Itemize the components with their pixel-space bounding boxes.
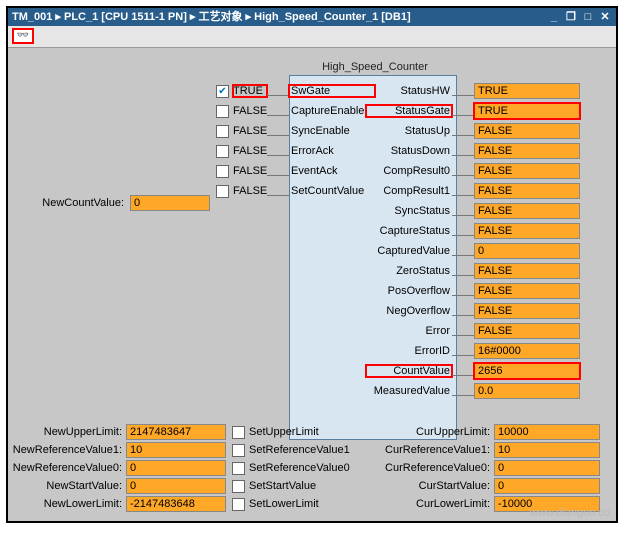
param-label: NewStartValue: [10,480,122,492]
input-value: FALSE [233,145,267,157]
output-value: FALSE [474,123,580,139]
input-port-label: SyncEnable [289,125,375,137]
output-port-label: CountValue [366,365,452,377]
param-value[interactable]: 10 [126,442,226,458]
output-port-label: MeasuredValue [366,385,452,397]
output-value: FALSE [474,323,580,339]
work-area: High_Speed_Counter ✔ TRUE SwGate FALSE Captu… [8,48,616,521]
input-value: FALSE [233,165,267,177]
output-value: FALSE [474,143,580,159]
output-value: FALSE [474,263,580,279]
param-label: NewUpperLimit: [10,426,122,438]
output-value: FALSE [474,163,580,179]
cur-label: CurReferenceValue1: [374,444,490,456]
set-label: SetReferenceValue0 [249,462,365,474]
output-port-label: CompResult1 [366,185,452,197]
output-value: FALSE [474,223,580,239]
monitor-icon[interactable]: 👓 [12,28,34,44]
set-label: SetLowerLimit [249,498,365,510]
output-port-label: StatusUp [366,125,452,137]
cur-label: CurStartValue: [374,480,490,492]
input-port-label: SwGate [289,85,375,97]
window-controls: _ ❐ □ ✕ [547,8,612,26]
output-port-label: CaptureStatus [366,225,452,237]
input-value: FALSE [233,125,267,137]
output-value: FALSE [474,283,580,299]
param-value[interactable]: 2147483647 [126,424,226,440]
input-value: FALSE [233,105,267,117]
input-port-label: CaptureEnable [289,105,375,117]
input-port-label: ErrorAck [289,145,375,157]
output-port-label: SyncStatus [366,205,452,217]
output-value: TRUE [474,103,580,119]
toolbar: 👓 [8,26,616,48]
set-label: SetReferenceValue1 [249,444,365,456]
fb-title: High_Speed_Counter [315,61,435,73]
cur-value: 10 [494,442,600,458]
cur-label: CurLowerLimit: [374,498,490,510]
output-value: 0 [474,243,580,259]
input-checkbox[interactable] [216,145,229,158]
param-label: NewReferenceValue0: [10,462,122,474]
output-port-label: ErrorID [366,345,452,357]
set-checkbox[interactable] [232,498,245,511]
watermark: www.diangon.co [530,507,610,519]
output-value: FALSE [474,203,580,219]
input-checkbox[interactable] [216,125,229,138]
minimize-icon[interactable]: _ [547,8,561,26]
input-port-label: SetCountValue [289,185,375,197]
restore-icon[interactable]: ❐ [564,8,578,26]
param-value[interactable]: 0 [126,478,226,494]
output-value: 2656 [474,363,580,379]
output-port-label: PosOverflow [366,285,452,297]
input-port-label: EventAck [289,165,375,177]
param-value[interactable]: 0 [126,460,226,476]
output-port-label: ZeroStatus [366,265,452,277]
output-port-label: NegOverflow [366,305,452,317]
set-checkbox[interactable] [232,462,245,475]
titlebar: TM_001 ▸ PLC_1 [CPU 1511-1 PN] ▸ 工艺对象 ▸ … [8,8,616,26]
output-port-label: StatusGate [366,105,452,117]
new-count-label: NewCountValue: [26,197,124,209]
output-value: TRUE [474,83,580,99]
input-checkbox[interactable] [216,165,229,178]
set-checkbox[interactable] [232,426,245,439]
cur-value: 0 [494,460,600,476]
input-checkbox[interactable] [216,185,229,198]
breadcrumb-title: TM_001 ▸ PLC_1 [CPU 1511-1 PN] ▸ 工艺对象 ▸ … [12,8,411,26]
cur-label: CurReferenceValue0: [374,462,490,474]
cur-value: 10000 [494,424,600,440]
param-label: NewReferenceValue1: [10,444,122,456]
param-value[interactable]: -2147483648 [126,496,226,512]
close-icon[interactable]: ✕ [598,8,612,26]
maximize-icon[interactable]: □ [581,8,595,26]
cur-label: CurUpperLimit: [374,426,490,438]
output-port-label: StatusHW [366,85,452,97]
output-value: 0.0 [474,383,580,399]
output-value: FALSE [474,183,580,199]
output-port-label: Error [366,325,452,337]
output-port-label: CompResult0 [366,165,452,177]
cur-value: 0 [494,478,600,494]
input-checkbox[interactable] [216,105,229,118]
set-label: SetUpperLimit [249,426,365,438]
output-port-label: StatusDown [366,145,452,157]
new-count-value[interactable]: 0 [130,195,210,211]
output-value: FALSE [474,303,580,319]
output-value: 16#0000 [474,343,580,359]
set-checkbox[interactable] [232,480,245,493]
input-checkbox[interactable]: ✔ [216,85,229,98]
set-checkbox[interactable] [232,444,245,457]
input-value: FALSE [233,185,267,197]
output-port-label: CapturedValue [366,245,452,257]
set-label: SetStartValue [249,480,365,492]
input-value: TRUE [233,85,267,97]
param-label: NewLowerLimit: [10,498,122,510]
